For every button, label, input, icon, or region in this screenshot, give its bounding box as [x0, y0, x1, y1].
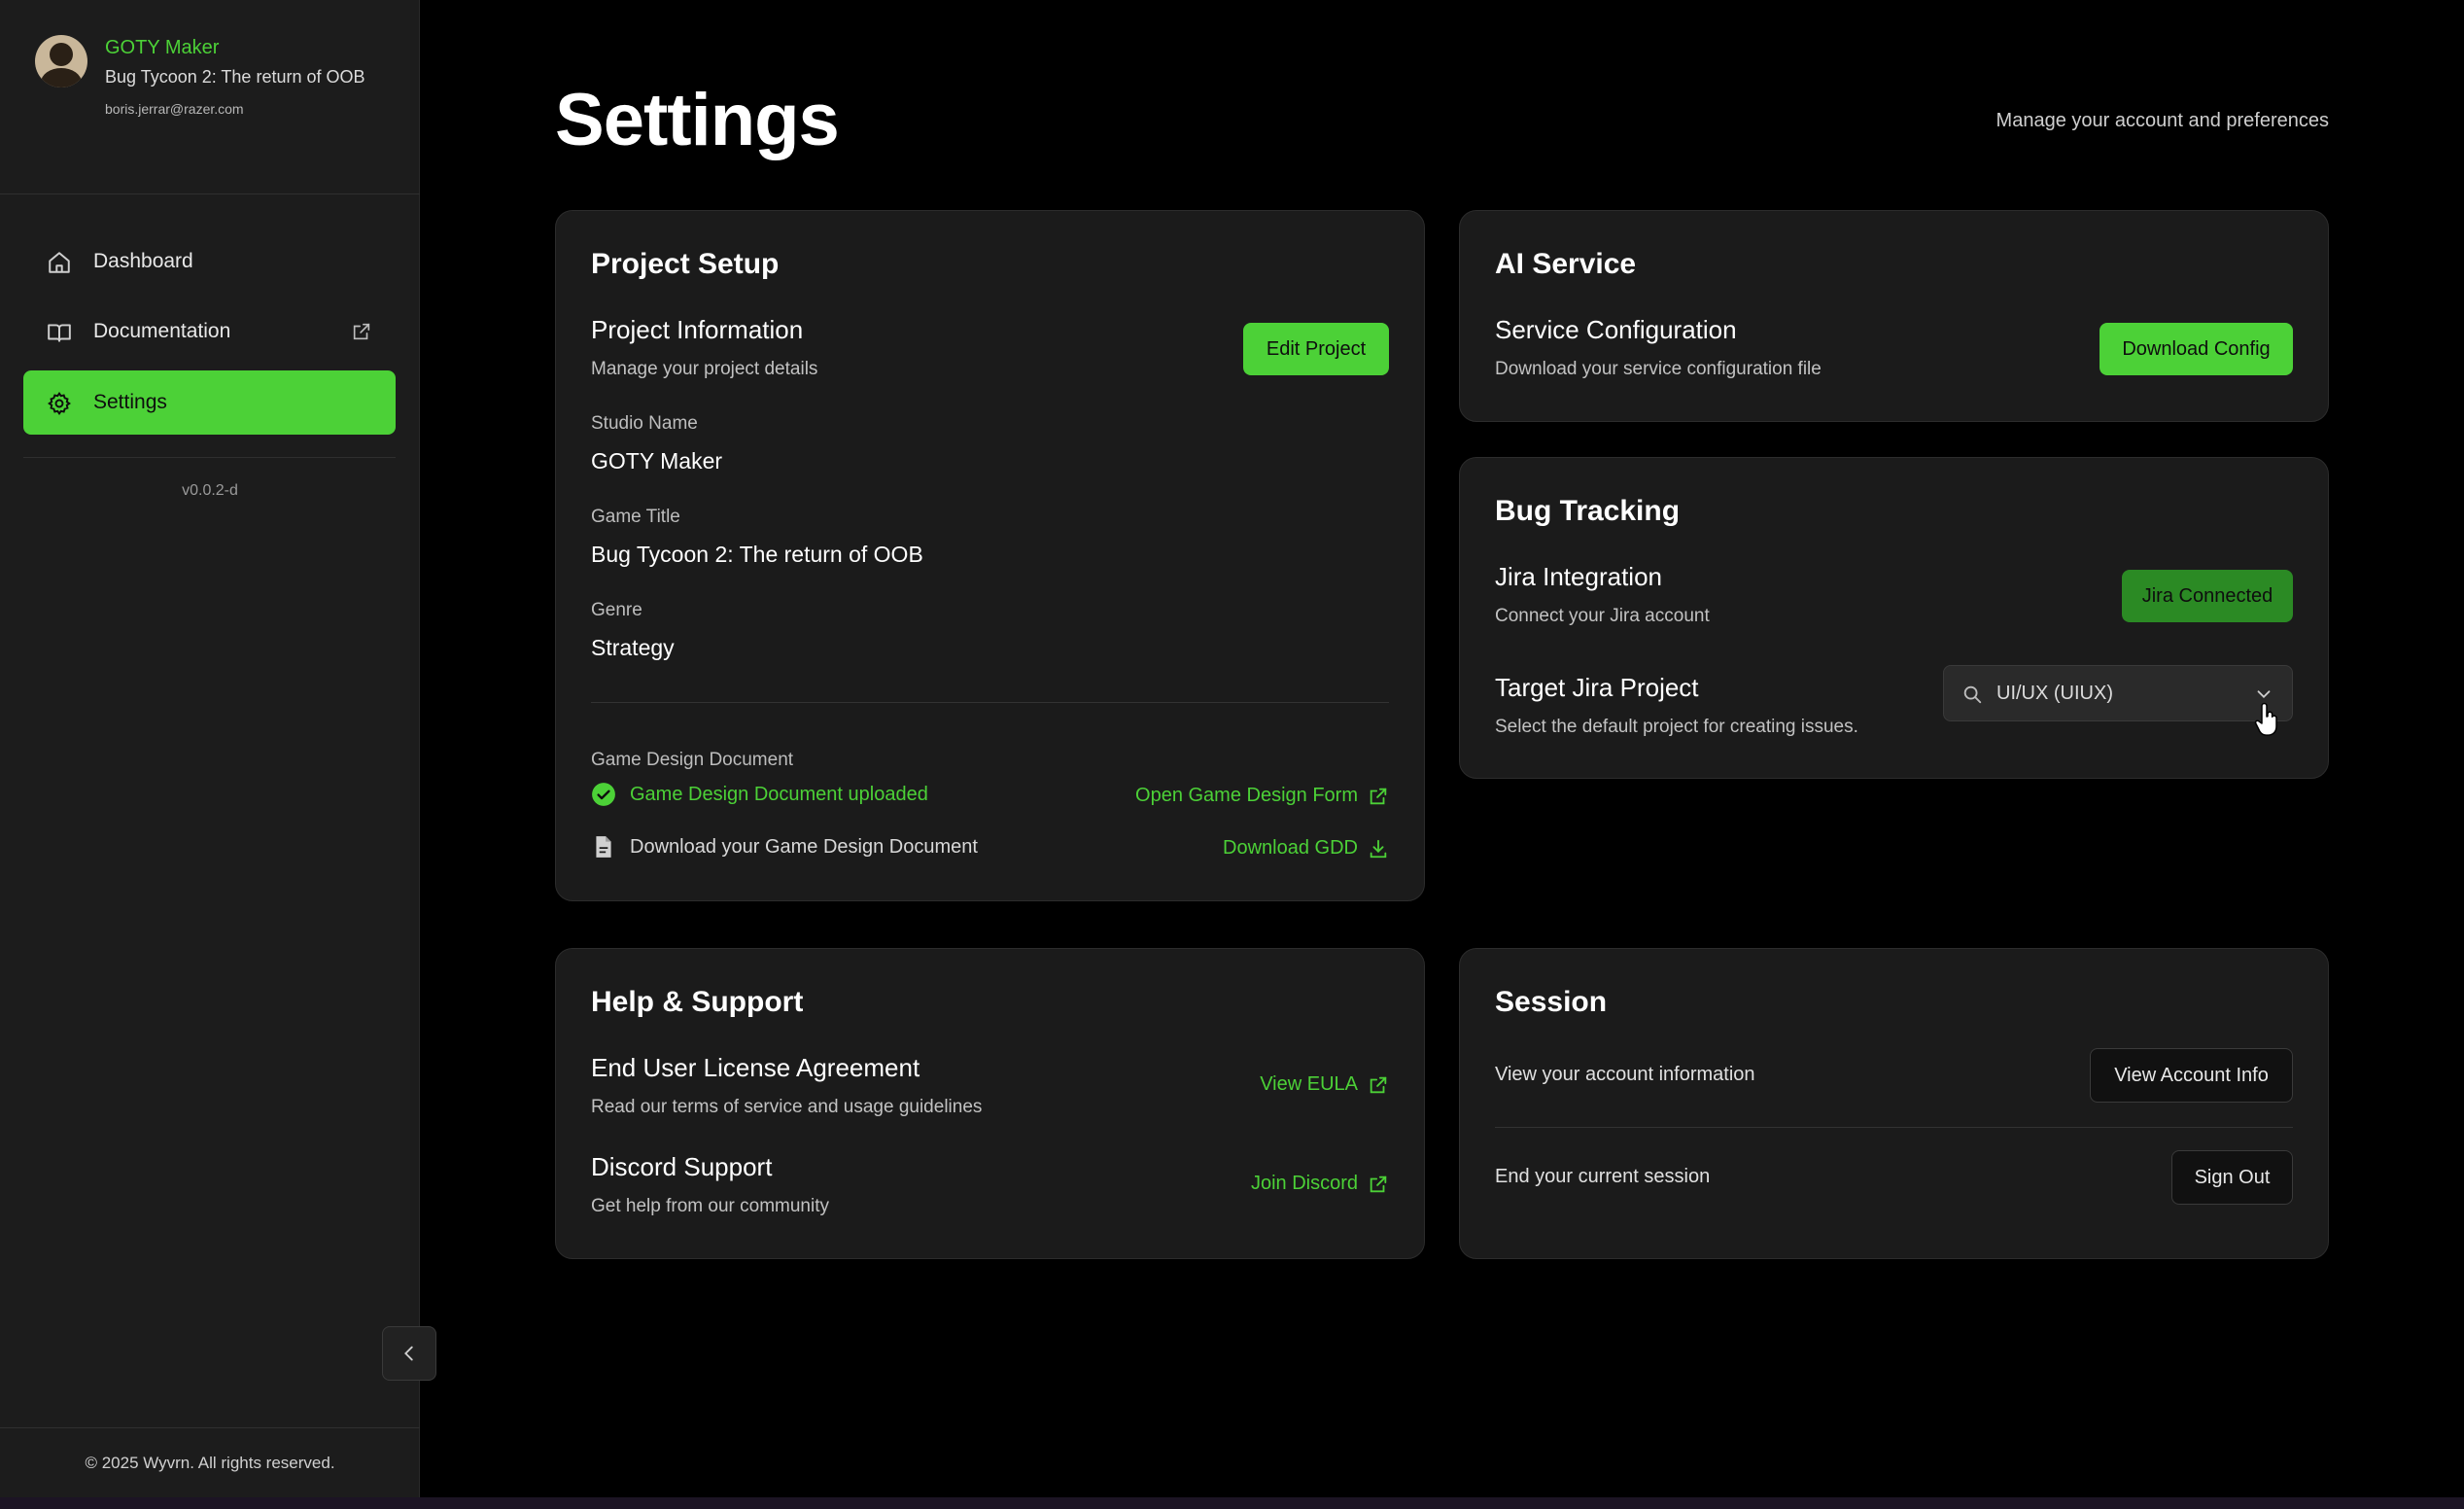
session-divider [1495, 1127, 2293, 1128]
collapse-sidebar-button[interactable] [382, 1326, 436, 1381]
gdd-uploaded-text: Game Design Document uploaded [630, 783, 928, 805]
eula-description: Read our terms of service and usage guid… [591, 1097, 983, 1117]
sidebar-footer: © 2025 Wyvrn. All rights reserved. [0, 1427, 420, 1497]
gear-icon [48, 392, 71, 415]
page-subtitle: Manage your account and preferences [1995, 110, 2329, 131]
nav-item-settings[interactable]: Settings [23, 370, 396, 435]
document-icon [596, 836, 611, 858]
card-title: Bug Tracking [1495, 495, 1681, 527]
ai-service-card: AI Service Service Configuration Downloa… [1459, 210, 2329, 422]
hand-cursor-icon [2254, 702, 2277, 736]
gdd-download-row: Download your Game Design Document [591, 834, 978, 860]
book-icon [48, 324, 71, 342]
view-eula-label: View EULA [1260, 1073, 1358, 1095]
edit-project-button[interactable]: Edit Project [1243, 323, 1389, 375]
sidebar: GOTY Maker Bug Tycoon 2: The return of O… [0, 0, 436, 1497]
studio-name-label: Studio Name [591, 413, 698, 434]
open-gdd-form-label: Open Game Design Form [1135, 785, 1358, 806]
profile-section: GOTY Maker Bug Tycoon 2: The return of O… [0, 0, 420, 194]
check-circle-icon [592, 783, 615, 806]
section-divider [591, 702, 1389, 703]
profile-game-title: Bug Tycoon 2: The return of OOB [105, 67, 365, 87]
project-setup-card: Project Setup Project Information Manage… [555, 210, 1425, 901]
target-jira-project-title: Target Jira Project [1495, 673, 1699, 702]
end-session-text: End your current session [1495, 1166, 1711, 1187]
join-discord-label: Join Discord [1250, 1173, 1358, 1194]
nav-label-dashboard: Dashboard [93, 250, 193, 272]
external-link-icon [353, 323, 370, 340]
jira-project-select-value: UI/UX (UIUX) [1996, 682, 2113, 704]
nav-label-documentation: Documentation [93, 320, 231, 342]
session-card: Session View your account information Vi… [1459, 948, 2329, 1259]
target-jira-project-description: Select the default project for creating … [1495, 717, 1858, 737]
discord-support-description: Get help from our community [591, 1196, 829, 1216]
project-info-title: Project Information [591, 315, 804, 344]
page-title: Settings [555, 79, 840, 161]
genre-value: Strategy [591, 635, 675, 660]
profile-studio-name: GOTY Maker [105, 37, 220, 58]
card-title: AI Service [1495, 248, 1637, 280]
card-title: Project Setup [591, 248, 780, 280]
nav-item-dashboard[interactable]: Dashboard [23, 229, 396, 294]
game-title-label: Game Title [591, 507, 680, 527]
search-icon [1963, 685, 1982, 704]
project-info-description: Manage your project details [591, 359, 818, 379]
gdd-uploaded-status: Game Design Document uploaded [591, 782, 928, 807]
studio-name-value: GOTY Maker [591, 448, 723, 474]
external-link-icon [1370, 1176, 1387, 1192]
bottom-edge [0, 1497, 2464, 1509]
service-config-title: Service Configuration [1495, 315, 1737, 344]
join-discord-link[interactable]: Join Discord [1251, 1173, 1389, 1195]
download-gdd-label: Download GDD [1223, 837, 1358, 859]
bug-tracking-card: Bug Tracking Jira Integration Connect yo… [1459, 457, 2329, 779]
download-gdd-link[interactable]: Download GDD [1223, 837, 1389, 860]
sign-out-button[interactable]: Sign Out [2171, 1150, 2293, 1205]
help-support-card: Help & Support End User License Agreemen… [555, 948, 1425, 1259]
download-icon [1370, 839, 1387, 858]
discord-support-title: Discord Support [591, 1152, 773, 1181]
external-link-icon [1370, 788, 1387, 804]
version-label: v0.0.2-d [182, 482, 238, 499]
genre-label: Genre [591, 600, 642, 620]
view-eula-link[interactable]: View EULA [1260, 1073, 1389, 1096]
service-config-description: Download your service configuration file [1495, 359, 1822, 379]
jira-integration-title: Jira Integration [1495, 562, 1662, 591]
copyright-text: © 2025 Wyvrn. All rights reserved. [85, 1454, 335, 1472]
card-title: Session [1495, 986, 1608, 1018]
nav-label-settings: Settings [93, 391, 167, 413]
card-title: Help & Support [591, 986, 804, 1018]
gdd-label: Game Design Document [591, 750, 794, 770]
view-account-info-button[interactable]: View Account Info [2090, 1048, 2293, 1103]
jira-integration-description: Connect your Jira account [1495, 606, 1710, 626]
profile-email: boris.jerrar@razer.com [105, 101, 244, 117]
user-avatar[interactable] [35, 35, 87, 88]
account-info-text: View your account information [1495, 1064, 1755, 1085]
nav-divider [23, 457, 396, 458]
jira-project-select[interactable]: UI/UX (UIUX) [1943, 665, 2293, 721]
nav-item-documentation[interactable]: Documentation [23, 299, 396, 364]
download-config-button[interactable]: Download Config [2100, 323, 2293, 375]
gdd-download-text: Download your Game Design Document [630, 835, 978, 858]
home-icon [49, 252, 70, 273]
game-title-value: Bug Tycoon 2: The return of OOB [591, 542, 923, 567]
jira-connected-button[interactable]: Jira Connected [2122, 570, 2293, 622]
eula-title: End User License Agreement [591, 1053, 920, 1082]
chevron-left-icon [404, 1346, 413, 1361]
external-link-icon [1370, 1076, 1387, 1093]
open-gdd-form-link[interactable]: Open Game Design Form [1135, 785, 1389, 807]
